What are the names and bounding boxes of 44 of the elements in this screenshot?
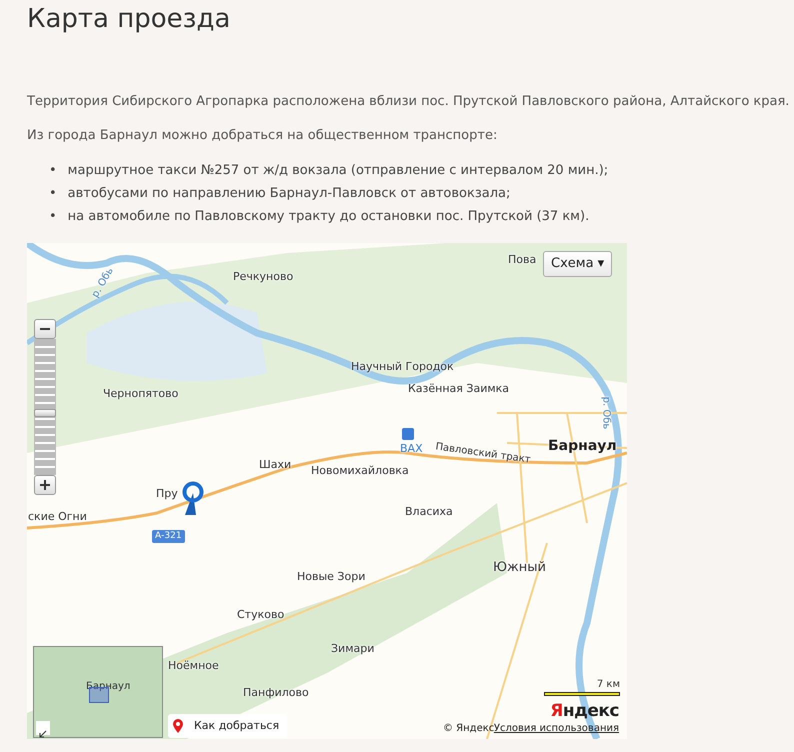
zoom-in-button[interactable] [34,475,56,495]
city-label: Барнаул [548,439,617,453]
page-title: Карта проезда [27,3,232,36]
place-label: Зимари [331,643,374,654]
collapse-icon[interactable] [36,721,50,735]
river-label: р. Обь [600,396,610,430]
list-item: на автомобиле по Павловскому тракту до остановки пос. Прутской (37 км). [68,208,590,226]
map-pin-icon [172,718,184,734]
route-button[interactable]: Как добраться [168,714,288,738]
bullet: • [49,162,57,180]
place-label: Панфилово [243,687,309,698]
zoom-slider-thumb[interactable] [34,409,56,418]
place-label: Новые Зори [297,571,366,582]
terms-link[interactable]: Условия использования [494,724,619,734]
scale-label: 7 км [596,680,620,690]
zoom-out-button[interactable] [34,319,56,339]
plus-icon [39,479,51,491]
town-label: Южный [493,561,546,574]
place-label: ские Огни [28,511,87,522]
place-label: Шахи [259,459,292,470]
place-label: Чернопятово [103,388,178,399]
bullet: • [49,185,57,203]
airport-label: ВАХ [400,443,423,454]
place-label: Научный Городок [351,361,454,372]
place-label: Власиха [405,506,453,517]
place-label: Пова [508,254,536,265]
map-logo: Яндекс [550,703,619,720]
place-label: Стуково [237,609,284,620]
road-label: Павловский тракт [434,442,532,466]
copyright-text: © Яндекс [443,724,494,734]
place-label: Новомихайловка [311,465,409,476]
paragraph: Территория Сибирского Агропарка расположена вблизи пос. Прутской Павловского района, Алтайского края. [27,93,790,111]
river-label: р. Обь [90,266,116,300]
list-item: маршрутное такси №257 от ж/д вокзала (отправление с интервалом 20 мин.); [68,162,608,180]
paragraph: Из города Барнаул можно добраться на общественном транспорте: [27,127,498,145]
road-number-label: А-321 [152,530,185,543]
place-label: Речкуново [233,271,294,282]
map-pin-icon [182,481,204,517]
place-label: Ноёмное [168,660,219,671]
place-label: Пру [156,488,178,499]
bullet: • [49,208,57,226]
map-type-dropdown[interactable]: Схема ▾ [543,251,612,276]
list-item: автобусами по направлению Барнаул-Павловск от автовокзала; [68,185,510,203]
place-label: Казённая Заимка [408,383,510,394]
